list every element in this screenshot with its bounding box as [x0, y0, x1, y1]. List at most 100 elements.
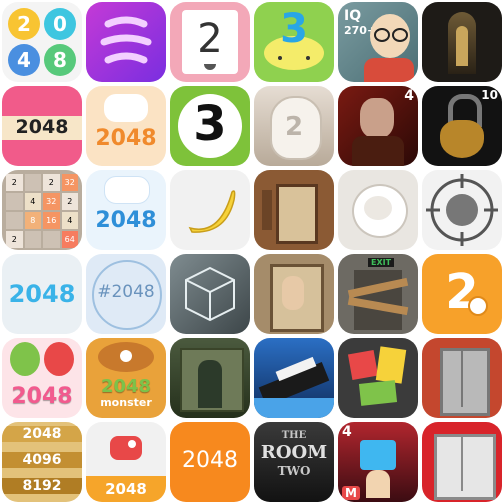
puzzle-piece-green	[358, 380, 398, 406]
label-8192: 8192	[2, 478, 82, 494]
cat-face	[104, 94, 148, 122]
app-icon-2048-cat-pink[interactable]: 2048	[2, 86, 82, 166]
monster-eye	[120, 350, 132, 362]
door-shape	[276, 184, 318, 244]
app-icon-purple-waves[interactable]	[86, 2, 166, 82]
app-icon-horror-puppet[interactable]: 4	[338, 86, 418, 166]
app-icon-toilet-2[interactable]: 2	[254, 86, 334, 166]
app-icon-three-black[interactable]: 3	[170, 86, 250, 166]
board-cell: 32	[43, 193, 60, 210]
badge-number: 10	[481, 88, 498, 102]
screen-shape	[360, 440, 396, 470]
app-icon-2048-circles[interactable]: 2 0 4 8	[2, 2, 82, 82]
heart-lock	[440, 120, 484, 158]
cat-face	[104, 176, 150, 204]
app-icon-boarded-door[interactable]: EXIT	[338, 254, 418, 334]
app-icon-elevator-doors[interactable]	[422, 422, 502, 502]
tile-4: 4	[8, 44, 40, 76]
app-icon-2048-cat-blue[interactable]: 2048	[86, 170, 166, 250]
app-icon-2048-classic-board[interactable]: 2 2 32 4 32 2 8 16 4 2 64	[2, 170, 82, 250]
hand-shape	[282, 276, 304, 310]
board-cell: 2	[6, 231, 23, 248]
label-hash-2048: #2048	[97, 282, 155, 302]
body-shape	[352, 136, 404, 166]
iq-label: IQ	[344, 8, 362, 24]
app-icon-dark-doorway[interactable]	[422, 2, 502, 82]
board-cell: 2	[6, 174, 23, 191]
app-icon-2048-fruit-girls[interactable]: 2048	[2, 338, 82, 418]
board-cell	[43, 231, 60, 248]
digit-2: 2	[284, 112, 304, 142]
app-icon-2048-cat-orange[interactable]: 2048	[86, 86, 166, 166]
board-cell: 64	[61, 231, 78, 248]
app-icon-hash-2048[interactable]: #2048	[86, 254, 166, 334]
digit-3: 3	[193, 96, 227, 152]
app-icon-iq-test[interactable]: IQ 270+	[338, 2, 418, 82]
label-2048: 2048	[11, 384, 73, 409]
digit-2: 2	[197, 16, 223, 62]
elevator-split	[461, 351, 463, 407]
water-shape	[254, 398, 334, 418]
circle-dot	[468, 296, 488, 316]
face-shape	[360, 98, 394, 138]
app-icon-door-hand[interactable]	[254, 254, 334, 334]
app-icon-flappy-2048[interactable]: 2048	[86, 422, 166, 502]
puzzle-piece-red	[347, 349, 379, 381]
app-icon-banana[interactable]	[170, 170, 250, 250]
app-icon-vault-emblem[interactable]	[422, 170, 502, 250]
app-icon-two-calendar[interactable]: 2	[170, 2, 250, 82]
app-icon-escape-room-door[interactable]	[254, 170, 334, 250]
label-2048: 2048	[95, 208, 157, 233]
board-cell: 2	[61, 193, 78, 210]
app-icon-elevator-room[interactable]	[422, 338, 502, 418]
board-cell: 2	[43, 174, 60, 191]
glasses-right	[392, 28, 408, 42]
girl-head-right	[44, 342, 74, 376]
label-2048: 2048	[100, 376, 152, 397]
app-icon-padlock[interactable]: 10	[422, 86, 502, 166]
app-icon-escape-4-theater[interactable]: 4 M	[338, 422, 418, 502]
label-two: TWO	[277, 464, 311, 478]
app-icon-2048-snow[interactable]: 2048	[2, 254, 82, 334]
board-cell: 4	[24, 193, 41, 210]
girl-head-left	[10, 342, 40, 376]
board-cell	[6, 193, 23, 210]
app-icon-2048-monster[interactable]: 2048 monster	[86, 338, 166, 418]
app-icon-puzzle-pieces[interactable]	[338, 338, 418, 418]
board-cell: 4	[61, 212, 78, 229]
exit-sign: EXIT	[368, 258, 395, 267]
app-icon-the-room-two[interactable]: THE ROOM TWO	[254, 422, 334, 502]
label-2048: 2048	[95, 126, 157, 151]
label-2048: 2048	[105, 480, 147, 498]
board-cell: 32	[61, 174, 78, 191]
puzzle-piece-yellow	[375, 346, 407, 384]
bird-eye	[128, 440, 136, 448]
tile-0: 0	[44, 8, 76, 40]
tile-2: 2	[8, 8, 40, 40]
crosshair-emblem-icon	[426, 174, 498, 246]
badge-number: 4	[404, 88, 414, 104]
app-icon-2048-4096-8192[interactable]: 2048 4096 8192	[2, 422, 82, 502]
digit-2: 2	[445, 264, 479, 320]
app-icon-ship-escape[interactable]	[254, 338, 334, 418]
tile-8: 8	[44, 44, 76, 76]
badge-number: 4	[342, 424, 352, 440]
wave-lines-icon	[100, 16, 152, 64]
board-cell: 16	[43, 212, 60, 229]
badge-m: M	[342, 486, 360, 500]
app-icon-2-orange[interactable]: 2	[422, 254, 502, 334]
board-cell: 8	[24, 212, 41, 229]
app-icon-2048-orange-thin[interactable]: 2048	[170, 422, 250, 502]
app-icon-temple-escape[interactable]	[170, 338, 250, 418]
temple-door	[198, 360, 222, 408]
bowl-inner	[364, 196, 392, 220]
app-icon-toilet[interactable]	[338, 170, 418, 250]
elevator-frame	[440, 348, 490, 416]
label-room: ROOM	[260, 442, 328, 463]
app-icon-threes[interactable]: 3	[254, 2, 334, 82]
label-monster: monster	[100, 396, 152, 409]
banana-icon	[188, 190, 236, 233]
glasses-left	[374, 28, 390, 42]
app-icon-cube-escape[interactable]	[170, 254, 250, 334]
board-grid: 2 2 32 4 32 2 8 16 4 2 64	[6, 174, 78, 248]
